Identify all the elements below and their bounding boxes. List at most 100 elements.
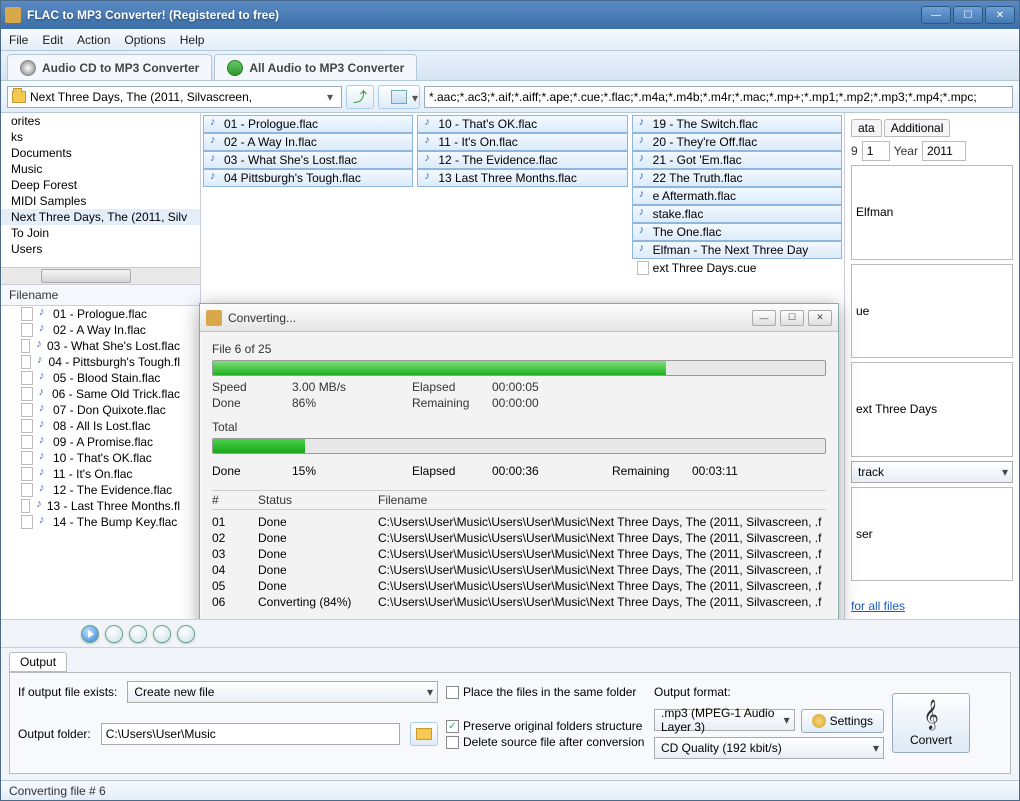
up-folder-button[interactable]: ⤴ xyxy=(346,85,374,109)
settings-button[interactable]: Settings xyxy=(801,709,884,733)
list-item[interactable]: 08 - All Is Lost.flac xyxy=(1,418,200,434)
list-item[interactable]: 10 - That's OK.flac xyxy=(1,450,200,466)
col-hash[interactable]: # xyxy=(212,493,258,507)
output-folder-field[interactable]: C:\Users\User\Music xyxy=(101,723,400,745)
if-exists-select[interactable]: Create new file xyxy=(127,681,438,703)
delete-src-check[interactable]: Delete source file after conversion xyxy=(446,735,646,749)
maximize-button[interactable]: ☐ xyxy=(953,6,983,24)
album-field[interactable]: ext Three Days xyxy=(851,362,1013,457)
list-item[interactable]: 09 - A Promise.flac xyxy=(1,434,200,450)
copyright-field[interactable]: ser xyxy=(851,487,1013,582)
fav-item[interactable]: orites xyxy=(1,113,200,129)
modal-minimize-button[interactable]: — xyxy=(752,310,776,326)
fav-item[interactable]: To Join xyxy=(1,225,200,241)
menu-options[interactable]: Options xyxy=(124,33,165,47)
list-item[interactable]: 05 - Blood Stain.flac xyxy=(1,370,200,386)
col-filename[interactable]: Filename xyxy=(378,493,826,507)
fav-item[interactable]: ks xyxy=(1,129,200,145)
list-item[interactable]: 11 - It's On.flac xyxy=(1,466,200,482)
browse-folder-button[interactable] xyxy=(410,722,438,746)
list-item[interactable]: 04 - Pittsburgh's Tough.fl xyxy=(1,354,200,370)
list-item[interactable]: 13 - Last Three Months.fl xyxy=(1,498,200,514)
grid-cell[interactable]: 21 - Got 'Em.flac xyxy=(632,151,842,169)
grid-cell[interactable]: 02 - A Way In.flac xyxy=(203,133,413,151)
convert-button[interactable]: 𝄞Convert xyxy=(892,693,970,753)
table-row[interactable]: 04DoneC:\Users\User\Music\Users\User\Mus… xyxy=(212,562,826,578)
place-same-check[interactable]: Place the files in the same folder xyxy=(446,685,646,699)
prev-button[interactable] xyxy=(105,625,123,643)
grid-cell[interactable]: Elfman - The Next Three Day xyxy=(632,241,842,259)
track-num-field[interactable]: 1 xyxy=(862,141,890,161)
view-button[interactable] xyxy=(378,85,420,109)
grid-cell[interactable]: 01 - Prologue.flac xyxy=(203,115,413,133)
fav-item[interactable]: MIDI Samples xyxy=(1,193,200,209)
fav-item[interactable]: Music xyxy=(1,161,200,177)
grid-cell[interactable]: 11 - It's On.flac xyxy=(417,133,627,151)
grid-icon xyxy=(391,90,407,104)
list-item[interactable]: 12 - The Evidence.flac xyxy=(1,482,200,498)
grid-cell[interactable]: 19 - The Switch.flac xyxy=(632,115,842,133)
scroll-thumb[interactable] xyxy=(41,269,131,283)
tab-all-to-mp3[interactable]: All Audio to MP3 Converter xyxy=(214,54,417,80)
next-button[interactable] xyxy=(129,625,147,643)
list-item[interactable]: 14 - The Bump Key.flac xyxy=(1,514,200,530)
menu-edit[interactable]: Edit xyxy=(42,33,63,47)
grid-cell[interactable]: ext Three Days.cue xyxy=(632,259,842,277)
table-row[interactable]: 03DoneC:\Users\User\Music\Users\User\Mus… xyxy=(212,546,826,562)
quality-select[interactable]: CD Quality (192 kbit/s) xyxy=(654,737,884,759)
stop-button[interactable] xyxy=(177,625,195,643)
list-item[interactable]: 06 - Same Old Trick.flac xyxy=(1,386,200,402)
grid-cell[interactable]: 13 Last Three Months.flac xyxy=(417,169,627,187)
modal-close-button[interactable]: ✕ xyxy=(808,310,832,326)
track-file-list[interactable]: 01 - Prologue.flac 02 - A Way In.flac 03… xyxy=(1,305,200,619)
chevron-down-icon[interactable]: ▾ xyxy=(323,90,337,104)
format-select[interactable]: .mp3 (MPEG-1 Audio Layer 3) xyxy=(654,709,795,731)
favorites-list[interactable]: orites ks Documents Music Deep Forest MI… xyxy=(1,113,200,285)
filename-header[interactable]: Filename xyxy=(1,285,200,305)
grid-cell[interactable]: e Aftermath.flac xyxy=(632,187,842,205)
output-tab[interactable]: Output xyxy=(9,652,67,672)
menu-action[interactable]: Action xyxy=(77,33,110,47)
list-item[interactable]: 01 - Prologue.flac xyxy=(1,306,200,322)
grid-cell[interactable]: stake.flac xyxy=(632,205,842,223)
menu-help[interactable]: Help xyxy=(180,33,205,47)
fav-item[interactable]: Next Three Days, The (2011, Silv xyxy=(1,209,200,225)
year-field[interactable]: 2011 xyxy=(922,141,966,161)
pause-button[interactable] xyxy=(153,625,171,643)
play-button[interactable] xyxy=(81,625,99,643)
list-item[interactable]: 02 - A Way In.flac xyxy=(1,322,200,338)
minimize-button[interactable]: — xyxy=(921,6,951,24)
close-button[interactable]: ✕ xyxy=(985,6,1015,24)
preserve-check[interactable]: ✓Preserve original folders structure xyxy=(446,719,646,733)
list-item[interactable]: 07 - Don Quixote.flac xyxy=(1,402,200,418)
grid-cell[interactable]: 03 - What She's Lost.flac xyxy=(203,151,413,169)
col-status[interactable]: Status xyxy=(258,493,378,507)
grid-cell[interactable]: The One.flac xyxy=(632,223,842,241)
genre-field[interactable]: ue xyxy=(851,264,1013,359)
favorites-scroll[interactable] xyxy=(1,267,200,284)
fav-item[interactable]: Users xyxy=(1,241,200,257)
tab-cd-to-mp3[interactable]: Audio CD to MP3 Converter xyxy=(7,54,212,80)
table-row[interactable]: 01DoneC:\Users\User\Music\Users\User\Mus… xyxy=(212,514,826,530)
file-icon xyxy=(21,403,33,417)
tab-additional[interactable]: Additional xyxy=(884,119,951,137)
artist-field[interactable]: Elfman xyxy=(851,165,1013,260)
grid-cell[interactable]: 04 Pittsburgh's Tough.flac xyxy=(203,169,413,187)
fav-item[interactable]: Documents xyxy=(1,145,200,161)
grid-cell[interactable]: 10 - That's OK.flac xyxy=(417,115,627,133)
table-row[interactable]: 05DoneC:\Users\User\Music\Users\User\Mus… xyxy=(212,578,826,594)
table-row[interactable]: 02DoneC:\Users\User\Music\Users\User\Mus… xyxy=(212,530,826,546)
grid-cell[interactable]: 20 - They're Off.flac xyxy=(632,133,842,151)
grid-cell[interactable]: 22 The Truth.flac xyxy=(632,169,842,187)
grid-cell[interactable]: 12 - The Evidence.flac xyxy=(417,151,627,169)
list-item[interactable]: 03 - What She's Lost.flac xyxy=(1,338,200,354)
path-combo[interactable]: Next Three Days, The (2011, Silvascreen,… xyxy=(7,86,342,108)
type-select[interactable]: track xyxy=(851,461,1013,483)
modal-maximize-button[interactable]: ☐ xyxy=(780,310,804,326)
fav-item[interactable]: Deep Forest xyxy=(1,177,200,193)
menu-file[interactable]: File xyxy=(9,33,28,47)
tab-metadata[interactable]: ata xyxy=(851,119,882,137)
table-row[interactable]: 06Converting (84%)C:\Users\User\Music\Us… xyxy=(212,594,826,610)
apply-all-link[interactable]: for all files xyxy=(851,599,1013,613)
extensions-filter[interactable]: *.aac;*.ac3;*.aif;*.aiff;*.ape;*.cue;*.f… xyxy=(424,86,1013,108)
